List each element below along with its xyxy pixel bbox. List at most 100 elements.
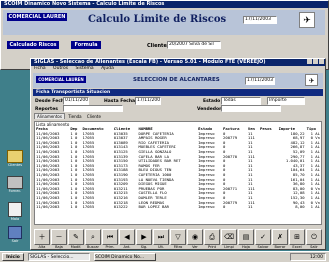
desktop-icons: Clientes Fornec. Mala Sair (2, 150, 30, 245)
toolbar-button[interactable]: ✗ Borrar (272, 229, 288, 249)
desktop-icon-fornec[interactable]: Fornec. (4, 176, 26, 193)
desktop-icon-sair[interactable]: Sair (4, 226, 26, 243)
data-table: Fecha Dep Documento Cliente NOMBRE Estad… (35, 126, 321, 210)
tipo-select[interactable]: Importe (267, 97, 305, 105)
list-panel: Lista alinamento Fecha Dep Documento Cli… (34, 121, 322, 225)
close-icon[interactable] (319, 59, 324, 64)
menu-ajuda[interactable]: Ajuda (101, 66, 114, 71)
menu-ficha[interactable]: Ficha (34, 66, 46, 71)
computer-icon (7, 176, 23, 189)
tab-alinamentos[interactable]: Alinamentos (34, 113, 65, 119)
toolbar-button[interactable]: ⏭ Ult. (153, 229, 169, 249)
toolbar-label: Hoja (242, 245, 250, 249)
tab-cliente[interactable]: Cliente (85, 114, 103, 119)
vendedor-field[interactable] (221, 105, 281, 112)
date-field: 17/11/2003 (245, 77, 275, 85)
desde-field[interactable]: 01/11/2003 (63, 97, 89, 105)
front-window-header: COMERCIAL LAUREN SELECCION DE ALCANTARES… (33, 73, 323, 88)
toolbar-icon: ⊞ (289, 229, 305, 245)
table-body: 11/06/2003 1 0 17055 013035 DORPE CAFETERIA I… (35, 131, 321, 210)
desktop-icon-mala[interactable]: Mala (4, 202, 26, 221)
page-title: Calculo Limite de Riscos (88, 14, 227, 25)
front-window-titlebar[interactable]: SIGLAS - Seleccao de Alienantes (Escala … (31, 59, 325, 66)
toolbar-icon: ⏻ (306, 229, 322, 245)
toolbar-icon: ⏮ (102, 229, 118, 245)
front-window: SIGLAS - Seleccao de Alienantes (Escala … (30, 58, 326, 250)
hasta-field[interactable]: 17/11/2003 (135, 97, 161, 105)
toolbar-label: Limpi (224, 245, 234, 249)
clock: 12:00 (310, 255, 323, 260)
toolbar-label: Salvar (257, 245, 269, 249)
table-cell: 11/06/2003 (36, 204, 60, 210)
toolbar-label: Borrar (274, 245, 286, 249)
toolbar-icon: ＋ (34, 229, 50, 245)
toolbar-icon: ✗ (272, 229, 288, 245)
toolbar-label: Ant. (123, 245, 131, 249)
toolbar-label: Print (207, 245, 217, 249)
toolbar-label: Ver (192, 245, 198, 249)
toolbar-icon: ▤ (238, 229, 254, 245)
desktop-icon-clientes[interactable]: Clientes (4, 150, 26, 167)
toolbar-button[interactable]: ✎ Modif. (68, 229, 84, 249)
toolbar-button[interactable]: ◀ Ant. (119, 229, 135, 249)
menu-sistema[interactable]: Sistema (76, 66, 94, 71)
formula-tag: Formula (71, 41, 101, 49)
toolbar-button[interactable]: ◉ Ver (187, 229, 203, 249)
toolbar-button[interactable]: ⎙ Print (204, 229, 220, 249)
table-row[interactable]: 11/06/2003 1 0 17055 013222 BAR LOPEZ BAR Imp… (35, 204, 321, 210)
table-cell: 11 (247, 204, 253, 210)
table-cell (259, 205, 278, 210)
toolbar-button[interactable]: ⌕ Buscar (85, 229, 101, 249)
toolbar-icon: ✎ (68, 229, 84, 245)
toolbar-label: Modif. (70, 245, 82, 249)
tab-tienda[interactable]: Tienda (66, 114, 83, 119)
table-cell: 0 (223, 204, 226, 210)
toolbar-button[interactable]: ⊞ Excel (289, 229, 305, 249)
toolbar-button[interactable]: ▤ Hoja (238, 229, 254, 249)
client-label: Cliente (147, 43, 167, 49)
taskbar-item-siglas[interactable]: SIGLAS - Seleccio... (28, 253, 90, 261)
menu-outros[interactable]: Outros (53, 66, 68, 71)
toolbar-label: Filtro (173, 245, 183, 249)
reportes-field[interactable] (63, 105, 123, 112)
toolbar-button[interactable]: ▶ Sig. (136, 229, 152, 249)
desktop-icon-label: Clientes (7, 163, 23, 167)
desktop-icon-label: Mala (10, 217, 20, 221)
table-cell: 1 0 (70, 204, 78, 210)
back-window-titlebar[interactable]: SCOIM Dinamico Novo Sistema - Calculo Li… (1, 1, 328, 8)
toolbar-button[interactable]: ⏮ Prim. (102, 229, 118, 249)
logo-icon: ✈ (299, 12, 315, 28)
reportes-label: Reportes (35, 107, 58, 112)
toolbar-icon: ⏭ (153, 229, 169, 245)
table-cell: Impreso (198, 204, 215, 210)
estado-select[interactable]: Todas (221, 97, 261, 105)
hasta-label: Hasta Fecha (104, 99, 136, 104)
minimize-icon[interactable] (307, 59, 312, 64)
taskbar-item-scoim[interactable]: SCOIM Dinamico No... (94, 253, 156, 261)
toolbar-button[interactable]: － Baja (51, 229, 67, 249)
toolbar-button[interactable]: ＋ Alta (34, 229, 50, 249)
tabs: Alinamentos Tienda Cliente (34, 113, 103, 120)
toolbar-button[interactable]: ⌫ Limpi (221, 229, 237, 249)
table-cell: 1 AL (310, 204, 320, 210)
start-label: Inicio (6, 255, 20, 260)
start-button[interactable]: Inicio (2, 253, 24, 261)
page-title: SELECCION DE ALCANTARES (133, 77, 220, 83)
toolbar-icon: ⌫ (221, 229, 237, 245)
desktop-icon-label: Sair (11, 239, 19, 243)
toolbar-button[interactable]: ✓ Salvar (255, 229, 271, 249)
maximize-icon[interactable] (313, 59, 318, 64)
calculate-risks-button[interactable]: Calculado Riscos (7, 41, 59, 49)
table-cell: BAR LOPEZ BAR (138, 204, 169, 210)
toolbar-label: Alta (38, 245, 46, 249)
toolbar-label: Prim. (105, 245, 115, 249)
toolbar-icon: ▶ (136, 229, 152, 245)
toolbar-button[interactable]: ▽ Filtro (170, 229, 186, 249)
client-field[interactable]: 20/2007 Silva de Sil (167, 41, 221, 49)
toolbar-button[interactable]: ⏻ Salir (306, 229, 322, 249)
toolbar-label: Baja (55, 245, 63, 249)
toolbar-icon: ◀ (119, 229, 135, 245)
vendedor-label: Vendedor (197, 107, 222, 112)
exit-icon (8, 226, 22, 239)
folder-icon (7, 150, 23, 163)
